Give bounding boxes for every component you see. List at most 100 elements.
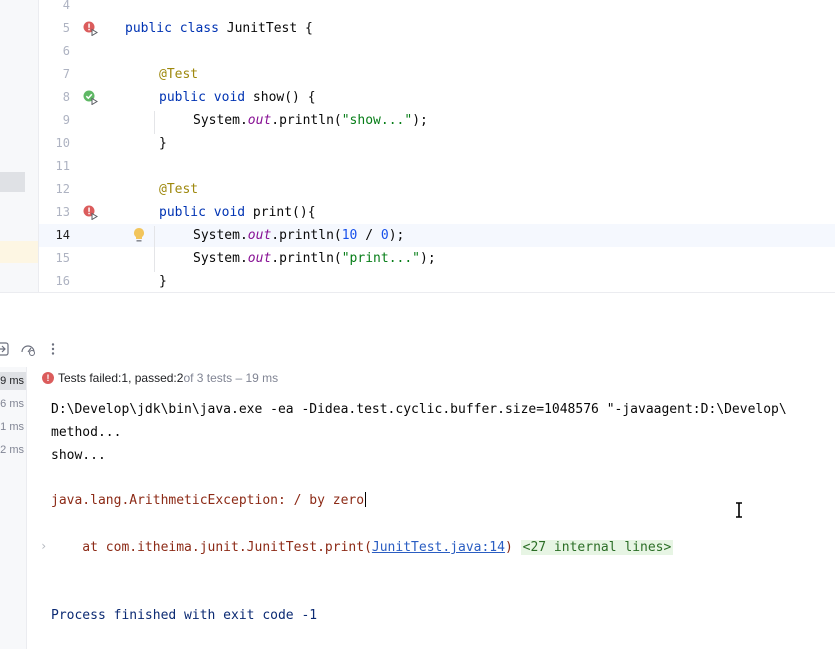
code-line[interactable]: 14 System.out.println(10 / 0); [39, 224, 835, 247]
test-status-bar: ! Tests failed: 1 , passed: 2 of 3 tests… [42, 369, 278, 387]
intention-bulb-icon[interactable] [132, 227, 146, 244]
project-selection-edge [0, 172, 25, 192]
code-text: System.out.println(10 / 0); [193, 224, 404, 247]
code-token: public void [159, 205, 253, 220]
code-line[interactable]: 12 @Test [39, 178, 835, 201]
code-token: } [159, 274, 167, 289]
code-token: System. [193, 251, 248, 266]
indent-guide [154, 111, 155, 134]
run-test-passed-icon[interactable] [83, 90, 98, 105]
code-token: / [357, 228, 381, 243]
process-exit: Process finished with exit code -1 [51, 608, 318, 623]
text-caret [365, 492, 367, 507]
console-command: D:\Develop\jdk\bin\java.exe -ea -Didea.t… [51, 402, 787, 417]
code-text: public void show() { [159, 86, 316, 109]
code-line[interactable]: 6 [39, 40, 835, 63]
text-cursor-icon [736, 502, 742, 518]
line-number[interactable]: 15 [39, 247, 70, 270]
code-token: System. [193, 113, 248, 128]
code-token: public class [125, 21, 227, 36]
console-exception[interactable]: java.lang.ArithmeticException: / by zero [51, 491, 367, 511]
code-text: @Test [159, 178, 198, 201]
code-line[interactable]: 16} [39, 270, 835, 292]
line-number[interactable]: 14 [39, 224, 70, 247]
error-icon: ! [42, 372, 54, 384]
indent-guide [154, 226, 155, 272]
source-link[interactable]: JunitTest.java:14 [372, 540, 505, 555]
code-line[interactable]: 5 public class JunitTest { [39, 17, 835, 40]
code-token: } [159, 136, 167, 151]
code-line[interactable]: 9 System.out.println("show..."); [39, 109, 835, 132]
failed-count: 1 [121, 371, 129, 385]
code-token: out [247, 228, 272, 243]
project-panel-edge [0, 0, 39, 292]
line-number[interactable]: 9 [39, 109, 70, 132]
stack-trace-line: at com.itheima.junit.JunitTest.print(Jun… [51, 538, 674, 558]
code-token: "print..." [341, 251, 421, 266]
line-number[interactable]: 6 [39, 40, 70, 63]
duration-item[interactable]: 2 ms [0, 441, 24, 459]
expand-chevron-icon[interactable]: › [40, 539, 47, 553]
code-line[interactable]: 13 public void print(){ [39, 201, 835, 224]
line-number[interactable]: 8 [39, 86, 70, 109]
line-number[interactable]: 13 [39, 201, 70, 224]
code-token: ); [412, 113, 428, 128]
passed-label: , passed: [128, 371, 177, 385]
code-token: @Test [159, 182, 199, 197]
code-text: public class JunitTest { [125, 17, 313, 40]
speed-gauge-icon[interactable] [20, 341, 36, 357]
duration-item[interactable]: 1 ms [0, 418, 24, 436]
duration-item[interactable]: 6 ms [0, 395, 24, 413]
trace-suffix: ) [504, 540, 513, 555]
code-token: ); [388, 228, 405, 243]
code-text: } [159, 132, 167, 155]
run-test-failed-icon[interactable] [83, 205, 98, 220]
line-number[interactable]: 5 [39, 17, 70, 40]
duration-item[interactable]: 9 ms [0, 372, 26, 390]
code-line[interactable]: 15 System.out.println("print..."); [39, 247, 835, 270]
code-token: "show..." [341, 113, 413, 128]
import-tests-icon[interactable] [0, 341, 10, 357]
code-line[interactable]: 8 public void show() { [39, 86, 835, 109]
code-token: public void [159, 90, 253, 105]
code-token: .println( [271, 251, 342, 266]
code-text: public void print(){ [159, 201, 316, 224]
test-tree-durations: 9 ms 6 ms 1 ms 2 ms [0, 367, 27, 649]
internal-lines-toggle[interactable]: <27 internal lines> [520, 540, 674, 555]
code-token: out [247, 113, 272, 128]
code-line[interactable]: 10} [39, 132, 835, 155]
line-number[interactable]: 12 [39, 178, 70, 201]
code-token: out [247, 251, 272, 266]
trace-prefix: at com.itheima.junit.JunitTest.print( [51, 540, 372, 555]
panel-divider[interactable] [0, 292, 835, 293]
code-token: @Test [159, 67, 199, 82]
code-token: ); [420, 251, 436, 266]
code-token: 0 [380, 228, 389, 243]
code-text: @Test [159, 63, 198, 86]
passed-count: 2 [176, 371, 184, 385]
line-number[interactable]: 4 [39, 0, 70, 17]
code-text: System.out.println("show..."); [193, 109, 428, 132]
code-text: System.out.println("print..."); [193, 247, 436, 270]
code-token: show() { [252, 90, 316, 105]
console-output: show... [51, 448, 106, 463]
code-line[interactable]: 7 @Test [39, 63, 835, 86]
code-line[interactable]: 4 [39, 0, 835, 17]
failed-label: Tests failed: [58, 371, 122, 385]
line-number[interactable]: 7 [39, 63, 70, 86]
more-options-icon[interactable] [45, 341, 61, 357]
line-number[interactable]: 16 [39, 270, 70, 292]
run-test-failed-icon[interactable] [83, 21, 98, 36]
code-token: .println( [271, 113, 342, 128]
line-number[interactable]: 10 [39, 132, 70, 155]
code-token: 10 [341, 228, 358, 243]
run-toolbar [0, 337, 835, 361]
tests-summary: of 3 tests – 19 ms [183, 371, 279, 385]
code-editor[interactable]: 4 5 public class JunitTest { 6 7 @Test 8 public… [39, 0, 835, 292]
code-token: System. [193, 228, 248, 243]
code-token: JunitTest { [226, 21, 313, 36]
line-number[interactable]: 11 [39, 155, 70, 178]
code-text: } [159, 270, 167, 292]
code-token: print(){ [252, 205, 316, 220]
code-line[interactable]: 11 [39, 155, 835, 178]
